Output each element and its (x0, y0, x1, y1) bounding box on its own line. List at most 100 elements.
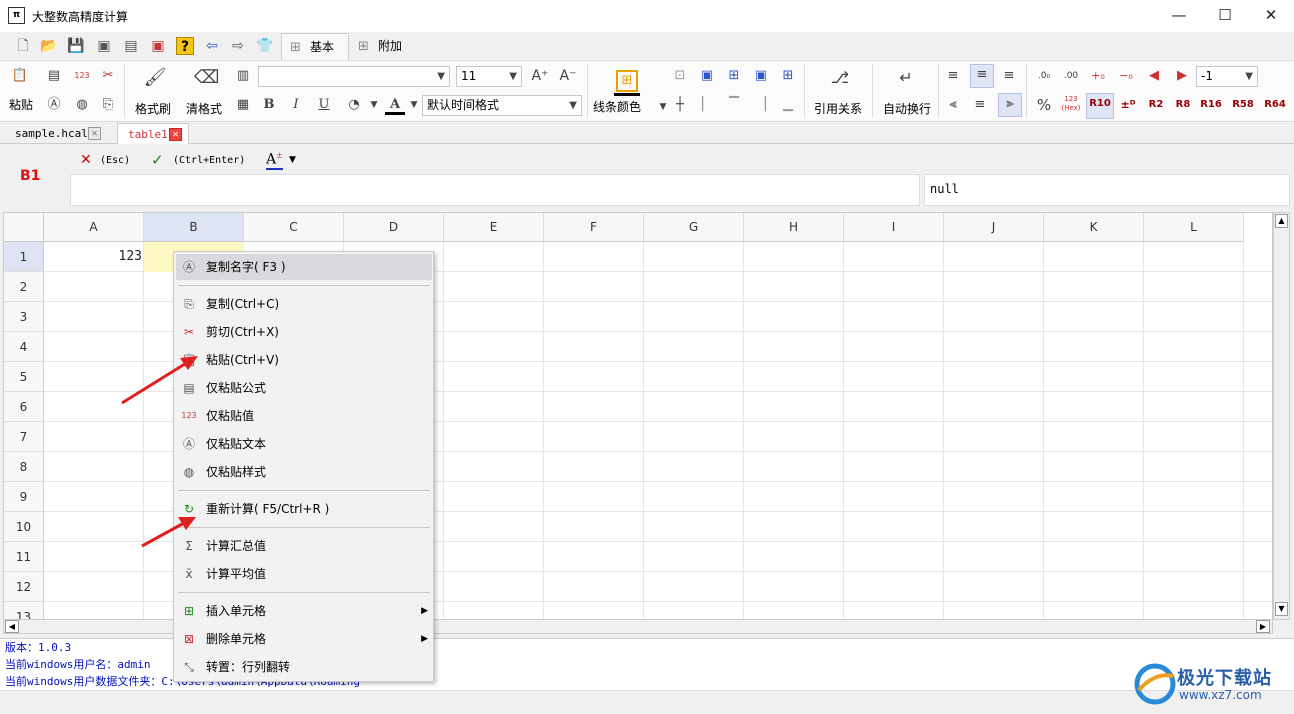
row-header-1[interactable]: 1 (4, 242, 44, 272)
doc-tab-sample[interactable]: sample.hcalc ✕ (5, 123, 107, 144)
new-file-icon[interactable]: 🗋 (14, 37, 32, 55)
border-inner-icon[interactable]: ┼ (670, 95, 690, 115)
line-color-button[interactable]: 线条颜色 (593, 98, 641, 115)
percent-button[interactable]: % (1034, 95, 1054, 115)
align-middle-icon[interactable]: ≡ (970, 64, 994, 88)
undo-icon[interactable]: ⇦ (203, 37, 221, 55)
align-bottom-icon[interactable]: ≡ (999, 66, 1019, 86)
radix-8-button[interactable]: R8 (1171, 95, 1195, 115)
row-header-8[interactable]: 8 (4, 452, 44, 482)
open-folder-icon[interactable]: 📂 (40, 37, 58, 55)
radix-10-button[interactable]: R10 (1086, 93, 1114, 119)
row-header-13[interactable]: 13 (4, 602, 44, 619)
shift-right-icon[interactable]: ▶ (1172, 66, 1192, 86)
row-header-4[interactable]: 4 (4, 332, 44, 362)
shift-left-icon[interactable]: ◀ (1144, 66, 1164, 86)
menu-item-transpose[interactable]: ⤡ 转置：行列翻转 (176, 654, 432, 680)
auto-wrap-button[interactable]: 自动换行 (883, 100, 931, 117)
font-name-select[interactable]: ▼ (258, 66, 450, 87)
row-header-2[interactable]: 2 (4, 272, 44, 302)
tab-extra[interactable]: ⊞ 附加 (350, 33, 420, 60)
precision-plus-icon[interactable]: +₀ (1088, 66, 1108, 86)
border-top-icon[interactable]: ▔ (724, 95, 744, 115)
font-size-select[interactable]: 11 ▼ (456, 66, 522, 87)
hex-format-icon[interactable]: 123 (Hex) (1061, 95, 1081, 115)
tab-basic[interactable]: ⊞ 基本 (281, 33, 349, 60)
underline-button[interactable]: U (314, 95, 334, 115)
fill-color-icon[interactable]: ◔ (344, 95, 364, 115)
cell-style-icon[interactable]: ▥ (233, 66, 253, 86)
menu-item-average[interactable]: x̄ 计算平均值 (176, 561, 432, 587)
scroll-right-icon[interactable]: ▶ (1256, 620, 1270, 633)
clear-format-button[interactable]: 清格式 (186, 100, 222, 117)
close-button[interactable]: ✕ (1248, 0, 1294, 32)
cancel-icon[interactable]: ✕ (80, 152, 92, 168)
column-header-l[interactable]: L (1144, 213, 1244, 242)
row-header-10[interactable]: 10 (4, 512, 44, 542)
format-painter-button[interactable]: 格式刷 (135, 100, 171, 117)
chevron-down-icon[interactable]: ▼ (289, 155, 296, 165)
paste-button[interactable]: 粘贴 (9, 96, 33, 113)
save-icon[interactable]: 💾 (67, 37, 85, 55)
menu-item-copy-name[interactable]: Ⓐ 复制名字( F3 ) (176, 254, 432, 280)
bold-button[interactable]: B (259, 95, 279, 115)
row-header-6[interactable]: 6 (4, 392, 44, 422)
reference-icon[interactable]: ⎇ (827, 68, 853, 94)
border-thick-icon[interactable]: ▣ (751, 66, 771, 86)
paste-text-icon[interactable]: Ⓐ (44, 95, 64, 115)
row-header-7[interactable]: 7 (4, 422, 44, 452)
paste-formula-icon[interactable]: ▤ (44, 66, 64, 86)
cell-a1[interactable]: 123 (44, 242, 142, 272)
border-bottom-icon[interactable]: ▁ (778, 95, 798, 115)
menu-item-copy[interactable]: ⎘ 复制(Ctrl+C) (176, 291, 432, 317)
number-format-select[interactable]: 默认时间格式 ▼ (422, 95, 582, 116)
menu-item-delete-cell[interactable]: ⊠ 删除单元格 ▶ (176, 626, 432, 652)
wrap-icon[interactable]: ↵ (893, 68, 919, 94)
theme-icon[interactable]: 👕 (256, 37, 274, 55)
scroll-up-icon[interactable]: ▲ (1275, 214, 1288, 228)
decrease-font-icon[interactable]: A⁻ (558, 66, 578, 86)
align-center-icon[interactable]: ≡ (970, 95, 990, 115)
decimal-increase-icon[interactable]: .00 (1061, 66, 1081, 86)
align-left-icon[interactable]: ⫷ (943, 95, 963, 115)
redo-icon[interactable]: ⇨ (229, 37, 247, 55)
border-all-icon[interactable]: ⊞ (724, 66, 744, 86)
reference-button[interactable]: 引用关系 (814, 100, 862, 117)
row-header-5[interactable]: 5 (4, 362, 44, 392)
column-header-g[interactable]: G (644, 213, 744, 242)
save-all-icon[interactable]: ▣ (95, 37, 113, 55)
column-header-b[interactable]: B (144, 213, 244, 242)
column-header-c[interactable]: C (244, 213, 344, 242)
help-icon[interactable]: ? (176, 37, 194, 55)
doc-tab-table1[interactable]: table1 ✕ (117, 123, 189, 144)
menu-item-insert-cell[interactable]: ⊞ 插入单元格 ▶ (176, 598, 432, 624)
eraser-icon[interactable]: ⌫ (194, 68, 219, 92)
save-red-icon[interactable]: ▣ (149, 37, 167, 55)
radix-58-button[interactable]: R58 (1230, 95, 1256, 115)
radix-64-button[interactable]: R64 (1262, 95, 1288, 115)
radix-16-button[interactable]: R16 (1198, 95, 1224, 115)
vertical-scrollbar[interactable]: ▲ ▼ (1273, 212, 1290, 620)
precision-select[interactable]: -1 ▼ (1196, 66, 1258, 87)
save-as-icon[interactable]: ▤ (122, 37, 140, 55)
font-color-button[interactable]: A (385, 95, 405, 115)
radix-2-button[interactable]: R2 (1144, 95, 1168, 115)
close-icon[interactable]: ✕ (169, 128, 182, 141)
border-left-icon[interactable]: ▏ (697, 95, 717, 115)
format-painter-icon[interactable]: 🖌 (143, 68, 167, 92)
confirm-icon[interactable]: ✓ (151, 151, 164, 169)
column-header-f[interactable]: F (544, 213, 644, 242)
scroll-left-icon[interactable]: ◀ (5, 620, 19, 633)
paste-style-icon[interactable]: ◍ (72, 95, 92, 115)
row-header-3[interactable]: 3 (4, 302, 44, 332)
select-all-corner[interactable] (4, 213, 44, 242)
close-icon[interactable]: ✕ (88, 127, 101, 140)
cut-icon[interactable]: ✂ (98, 66, 118, 86)
border-right-icon[interactable]: ▕ (751, 95, 771, 115)
column-header-i[interactable]: I (844, 213, 944, 242)
minimize-button[interactable]: — (1156, 0, 1202, 32)
decimal-decrease-icon[interactable]: .0₀ (1034, 66, 1054, 86)
align-right-icon[interactable]: ⫸ (998, 93, 1022, 117)
text-style-icon[interactable]: A± (266, 151, 283, 170)
column-header-d[interactable]: D (344, 213, 444, 242)
